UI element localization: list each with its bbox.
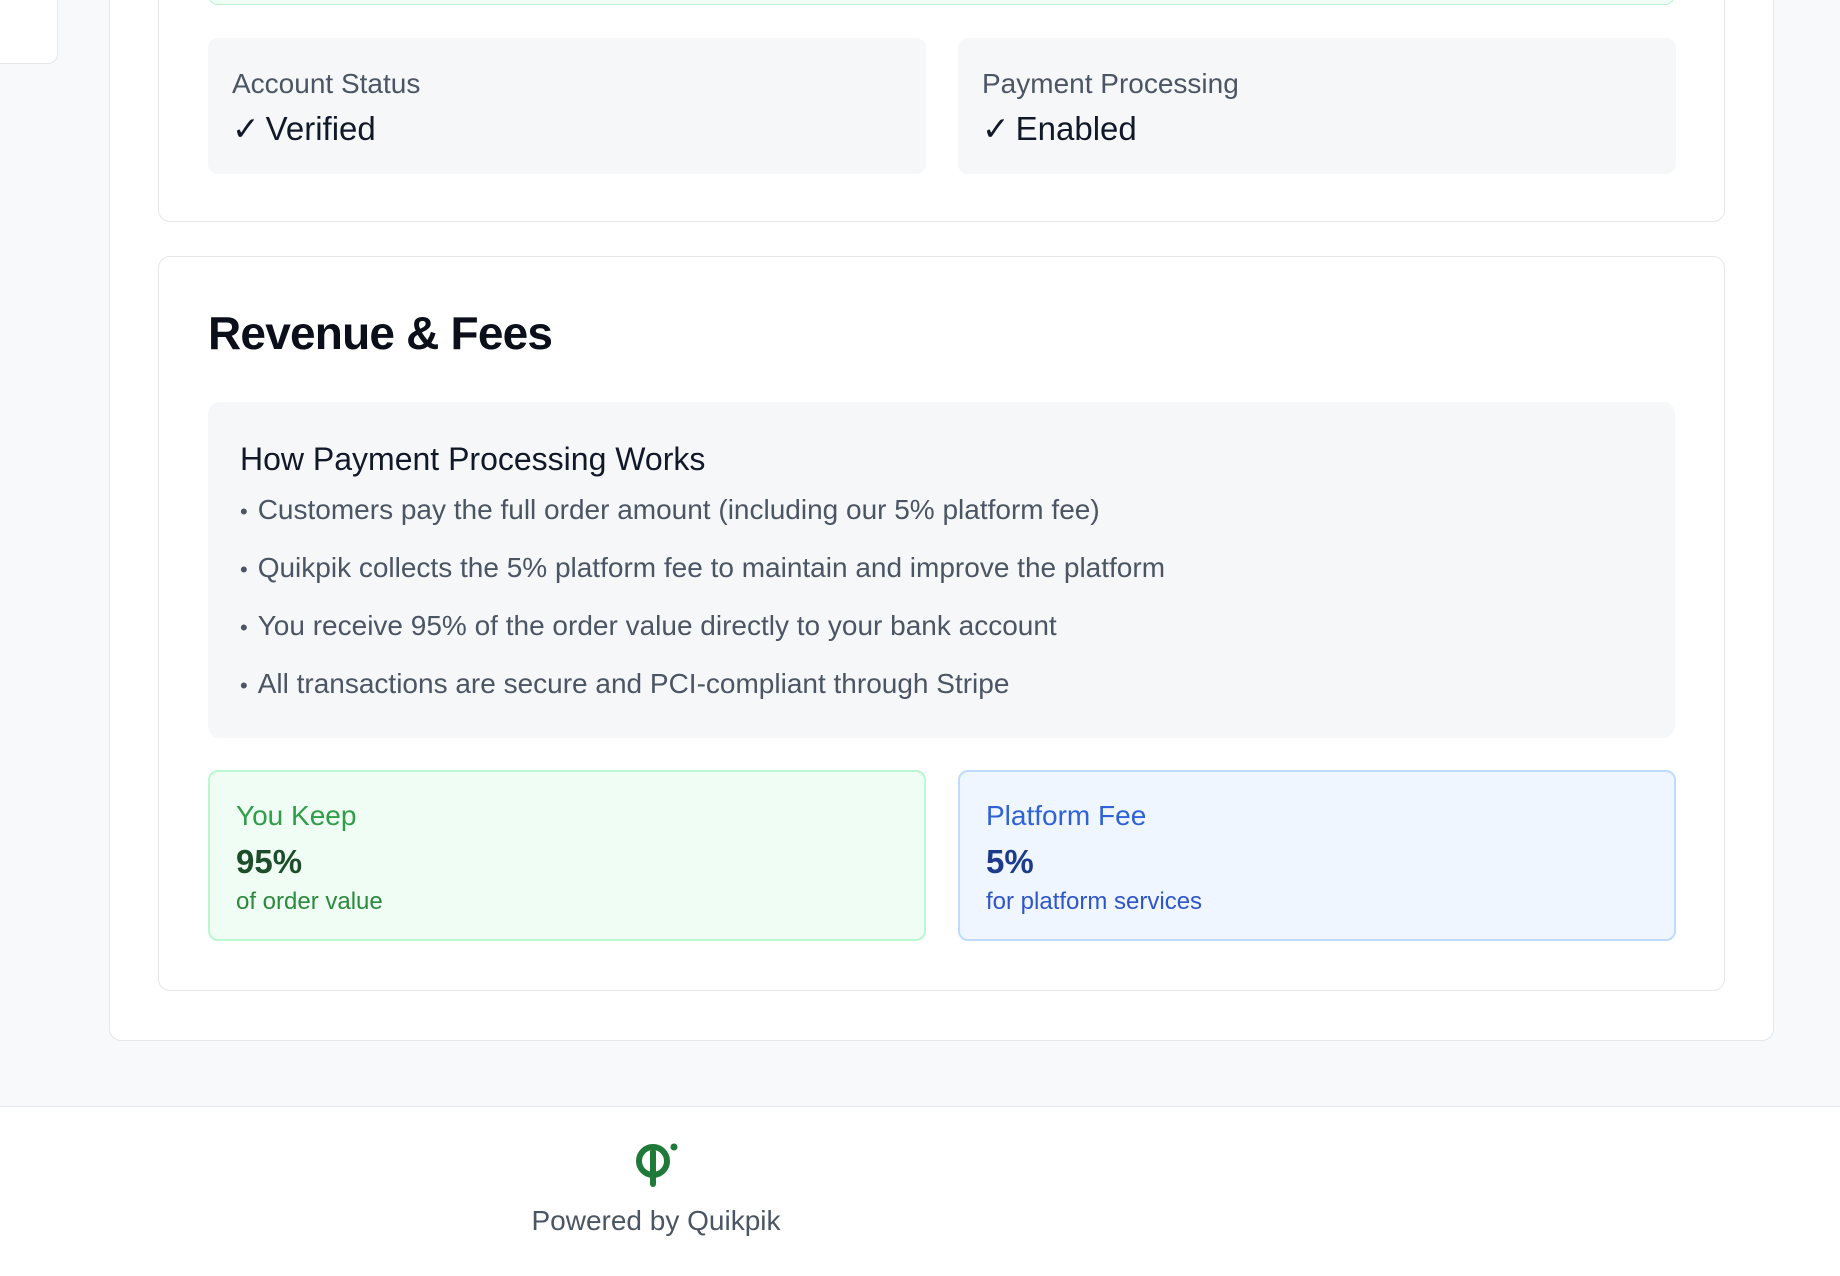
you-keep-label: You Keep <box>236 800 357 831</box>
platform-fee-value: 5% <box>986 843 1034 880</box>
how-it-works-panel: How Payment Processing Works • Customers … <box>208 402 1675 738</box>
bullet-icon: • <box>240 557 248 582</box>
list-item: • Customers pay the full order amount (in… <box>240 492 1643 530</box>
platform-fee-label: Platform Fee <box>986 800 1147 831</box>
you-keep-value: 95% <box>236 843 303 880</box>
bullet-icon: • <box>240 615 248 640</box>
check-icon: ✓ <box>982 110 1010 147</box>
quikpik-logo-icon <box>636 1143 678 1187</box>
you-keep-box: You Keep 95% of order value <box>208 770 926 941</box>
list-item: • You receive 95% of the order value dire… <box>240 608 1643 646</box>
how-it-works-list: • Customers pay the full order amount (in… <box>240 492 1643 704</box>
check-icon: ✓ <box>232 110 260 147</box>
bullet-icon: • <box>240 499 248 524</box>
platform-fee-box: Platform Fee 5% for platform services <box>958 770 1676 941</box>
account-status-value: ✓ Verified <box>232 106 902 152</box>
payment-processing-label: Payment Processing <box>982 68 1239 99</box>
how-it-works-title: How Payment Processing Works <box>240 441 706 477</box>
payment-processing-box: Payment Processing ✓ Enabled <box>958 38 1676 174</box>
list-item: • Quikpik collects the 5% platform fee to… <box>240 550 1643 588</box>
payment-processing-text: Enabled <box>1015 110 1137 147</box>
payment-processing-value: ✓ Enabled <box>982 106 1652 152</box>
revenue-title: Revenue & Fees <box>208 307 553 359</box>
account-status-label: Account Status <box>232 68 421 99</box>
connected-banner <box>208 0 1675 5</box>
account-status-box: Account Status ✓ Verified <box>208 38 926 174</box>
platform-fee-caption: for platform services <box>986 888 1203 915</box>
list-item: • All transactions are secure and PCI-com… <box>240 666 1643 704</box>
account-status-text: Verified <box>265 110 376 147</box>
bullet-icon: • <box>240 673 248 698</box>
powered-by-text: Powered by Quikpik <box>531 1205 781 1236</box>
sidebar-card <box>0 0 58 64</box>
footer <box>0 1106 1840 1276</box>
you-keep-caption: of order value <box>236 888 383 915</box>
